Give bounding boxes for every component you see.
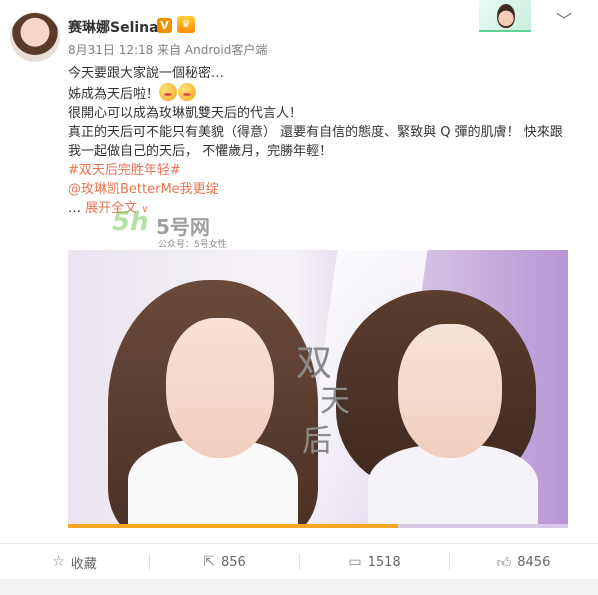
thumbnail-face	[497, 4, 515, 28]
page-background-strip	[0, 579, 598, 595]
repost-button[interactable]: ⇱ 856	[150, 544, 299, 580]
chevron-down-icon[interactable]: ﹀	[556, 7, 572, 31]
weibo-post-card: 赛琳娜Selina V ♛ 8月31日 12:18 来自 Android客户端 …	[0, 0, 598, 595]
avatar[interactable]	[10, 12, 60, 62]
post-line: 真正的天后可不能只有美貌（得意） 還要有自信的態度、緊致與 Q 彈的肌膚！ 快來…	[68, 125, 563, 159]
expand-full-text-link[interactable]: 展开全文	[85, 201, 137, 216]
verified-badge-icon: V	[157, 18, 172, 33]
like-count: 8456	[517, 554, 551, 570]
watermark-subtitle: 公众号：5号女性	[158, 240, 227, 250]
chevron-down-icon: ∨	[141, 204, 149, 215]
post-line-text: 姊成為天后啦！	[68, 87, 160, 102]
topic-link[interactable]: #双天后完胜年轻#	[68, 163, 181, 178]
expand-row: … 展开全文 ∨	[68, 199, 568, 219]
video-progress-fill	[68, 524, 398, 528]
post-line: 很開心可以成為玫琳凱雙天后的代言人！	[68, 106, 303, 121]
comment-button[interactable]: ▭ 1518	[300, 544, 449, 580]
ad-char: 天	[320, 384, 350, 419]
post-meta: 8月31日 12:18 来自 Android客户端	[68, 43, 268, 57]
post-content: 今天要跟大家說一個秘密… 姊成為天后啦！ 很開心可以成為玫琳凱雙天后的代言人！ …	[68, 64, 568, 219]
kiss-emoji-icon	[178, 83, 197, 101]
repost-count: 856	[220, 554, 246, 570]
post-video[interactable]: 双 天 后	[68, 250, 568, 528]
action-bar: ☆ 收藏 ⇱ 856 ▭ 1518 👍︎ 8456	[0, 543, 598, 579]
user-thumbnail[interactable]	[479, 0, 531, 32]
ellipsis: …	[68, 201, 81, 216]
kiss-emoji-icon	[159, 83, 178, 101]
user-name[interactable]: 赛琳娜Selina	[68, 17, 159, 37]
crown-icon: ♛	[177, 16, 195, 33]
mention-link[interactable]: @玫琳凯BetterMe我更绽	[68, 182, 219, 197]
favorite-label: 收藏	[70, 556, 97, 572]
right-person-face	[398, 324, 502, 458]
repost-icon: ⇱	[203, 554, 215, 570]
comment-icon: ▭	[348, 554, 362, 570]
comment-count: 1518	[367, 554, 401, 570]
video-progress-track[interactable]	[68, 524, 568, 528]
like-button[interactable]: 👍︎ 8456	[449, 544, 598, 580]
left-person-face	[166, 318, 274, 458]
star-icon: ☆	[52, 554, 65, 570]
thumbs-up-icon: 👍︎	[496, 554, 512, 571]
post-line: 今天要跟大家說一個秘密…	[68, 66, 225, 81]
favorite-button[interactable]: ☆ 收藏	[0, 544, 149, 580]
post-line: 姊成為天后啦！	[68, 83, 568, 104]
ad-char: 后	[302, 424, 332, 459]
